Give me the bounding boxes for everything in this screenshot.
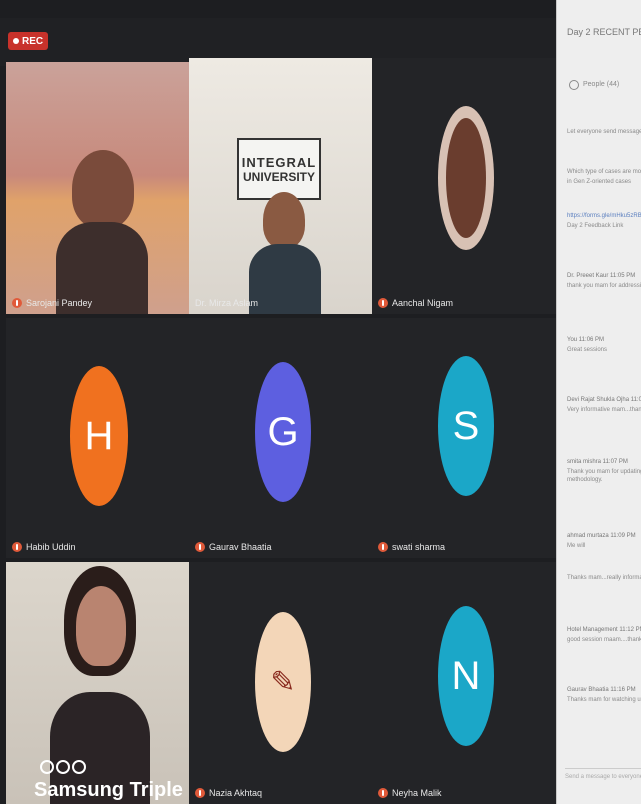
participant-initial-avatar: H xyxy=(70,366,128,506)
meeting-title: Day 2 RECENT PEDAGO xyxy=(567,27,641,37)
participant-video-person xyxy=(72,150,134,228)
chat-message-text: thank you mam for addressing my xyxy=(567,283,641,289)
record-dot-icon xyxy=(13,38,19,44)
participant-tile[interactable]: S swati sharma xyxy=(372,318,556,558)
people-icon xyxy=(569,80,579,90)
recording-label: REC xyxy=(22,35,44,47)
calligraphy-logo-icon: ✎ xyxy=(270,665,296,699)
participant-name-tag: Gaurav Bhaatia xyxy=(195,542,272,552)
participant-video-body xyxy=(249,244,321,314)
chat-message-text: Thank you mam for updating us xyxy=(567,469,641,475)
participant-name: Neyha Malik xyxy=(392,788,442,798)
avatar-initial: N xyxy=(451,653,481,698)
participant-name-tag: Sarojani Pandey xyxy=(12,298,92,308)
mic-muted-icon xyxy=(378,298,388,308)
chat-message-text: Thanks mam...really informative xyxy=(567,575,641,581)
participant-name-tag: Dr. Mirza Aslam xyxy=(195,298,258,308)
chat-sender: smita mishra 11:07 PM xyxy=(567,459,628,465)
mic-muted-icon xyxy=(12,542,22,552)
university-sign-line1: INTEGRAL xyxy=(241,154,317,170)
participant-tile[interactable]: H Habib Uddin xyxy=(6,318,189,558)
participant-video-person xyxy=(263,192,305,248)
participant-initial-avatar: G xyxy=(255,362,311,502)
chat-message-text: good session maam....thanks xyxy=(567,637,641,643)
meeting-window: REC Sarojani Pandey INTEGRAL UNIVERSITY … xyxy=(0,0,641,804)
chat-sender: Gaurav Bhaatia 11:16 PM xyxy=(567,687,636,693)
participant-tile[interactable]: N Neyha Malik xyxy=(372,562,556,804)
participant-name-tag: Habib Uddin xyxy=(12,542,76,552)
chat-sender: You 11:06 PM xyxy=(567,337,605,343)
participant-name-tag: Nazia Akhtaq xyxy=(195,788,262,798)
participant-tile[interactable]: Sarojani Pandey xyxy=(6,62,189,314)
participant-name: Gaurav Bhaatia xyxy=(209,542,272,552)
camera-watermark-text: Samsung Triple Camera xyxy=(34,779,189,801)
chat-message-text: Great sessions xyxy=(567,347,608,353)
participant-tile[interactable]: INTEGRAL UNIVERSITY Dr. Mirza Aslam xyxy=(189,58,372,314)
participant-tile[interactable]: Aanchal Nigam xyxy=(372,58,556,314)
participant-initial-avatar: S xyxy=(438,356,494,496)
recording-indicator: REC xyxy=(8,32,49,50)
mic-muted-icon xyxy=(378,542,388,552)
chat-panel: Day 2 RECENT PEDAGO People (44) Let ever… xyxy=(556,0,641,804)
chat-sender: Devi Rajat Shukla Ojha 11:06 PM xyxy=(567,397,641,403)
participant-name-tag: Aanchal Nigam xyxy=(378,298,453,308)
participant-name: Sarojani Pandey xyxy=(26,298,93,308)
chat-link[interactable]: https://forms.gle/mHku5zRBSedx xyxy=(567,212,641,220)
participant-name: Aanchal Nigam xyxy=(392,298,454,308)
participant-photo-avatar xyxy=(438,106,494,250)
mic-muted-icon xyxy=(195,788,205,798)
photo-hair xyxy=(446,118,486,238)
avatar-initial: H xyxy=(84,413,114,458)
chat-message-text: Me will xyxy=(567,543,586,549)
participant-tile[interactable]: Samsung Triple Camera xyxy=(6,562,189,804)
chat-input[interactable]: Send a message to everyone xyxy=(565,768,641,791)
chat-message-text: Which type of cases are more effe xyxy=(567,169,641,175)
avatar-initial: S xyxy=(452,403,480,448)
mic-muted-icon xyxy=(12,298,22,308)
participant-name: Nazia Akhtaq xyxy=(209,788,263,798)
participant-tile[interactable]: G Gaurav Bhaatia xyxy=(189,318,372,558)
participant-name: Habib Uddin xyxy=(26,542,76,552)
chat-sender: Dr. Preeet Kaur 11:05 PM xyxy=(567,273,636,279)
avatar-initial: G xyxy=(267,409,299,454)
university-sign-line2: UNIVERSITY xyxy=(242,169,315,184)
chat-message-text: Thanks mam for watching us wi xyxy=(567,697,641,703)
people-count: People (44) xyxy=(583,81,620,88)
participant-name-tag: Neyha Malik xyxy=(378,788,442,798)
mic-muted-icon xyxy=(378,788,388,798)
chat-message-text: Day 2 Feedback Link xyxy=(567,223,624,229)
participant-initial-avatar: N xyxy=(438,606,494,746)
participant-name: Dr. Mirza Aslam xyxy=(195,298,259,308)
participant-logo-avatar: ✎ xyxy=(255,612,311,752)
chat-message-text: Very informative mam...thanks xyxy=(567,407,641,413)
mic-muted-icon xyxy=(195,542,205,552)
chat-message-text: Let everyone send messages xyxy=(567,129,641,135)
camera-watermark-icon xyxy=(40,760,86,774)
participant-tile[interactable]: ✎ Nazia Akhtaq xyxy=(189,562,372,804)
participant-grid: Sarojani Pandey INTEGRAL UNIVERSITY Dr. … xyxy=(0,56,560,804)
university-sign: INTEGRAL UNIVERSITY xyxy=(237,138,321,200)
chat-message-text: in Gen Z-oriented cases xyxy=(567,179,632,185)
people-button[interactable]: People (44) xyxy=(569,80,619,90)
participant-name-tag: swati sharma xyxy=(378,542,445,552)
participant-name: swati sharma xyxy=(392,542,446,552)
chat-sender: Hotel Management 11:12 PM xyxy=(567,627,641,633)
participant-video-person xyxy=(76,586,126,666)
chat-message-text: methodology. xyxy=(567,477,603,483)
chat-sender: ahmad murtaza 11:09 PM xyxy=(567,533,636,539)
